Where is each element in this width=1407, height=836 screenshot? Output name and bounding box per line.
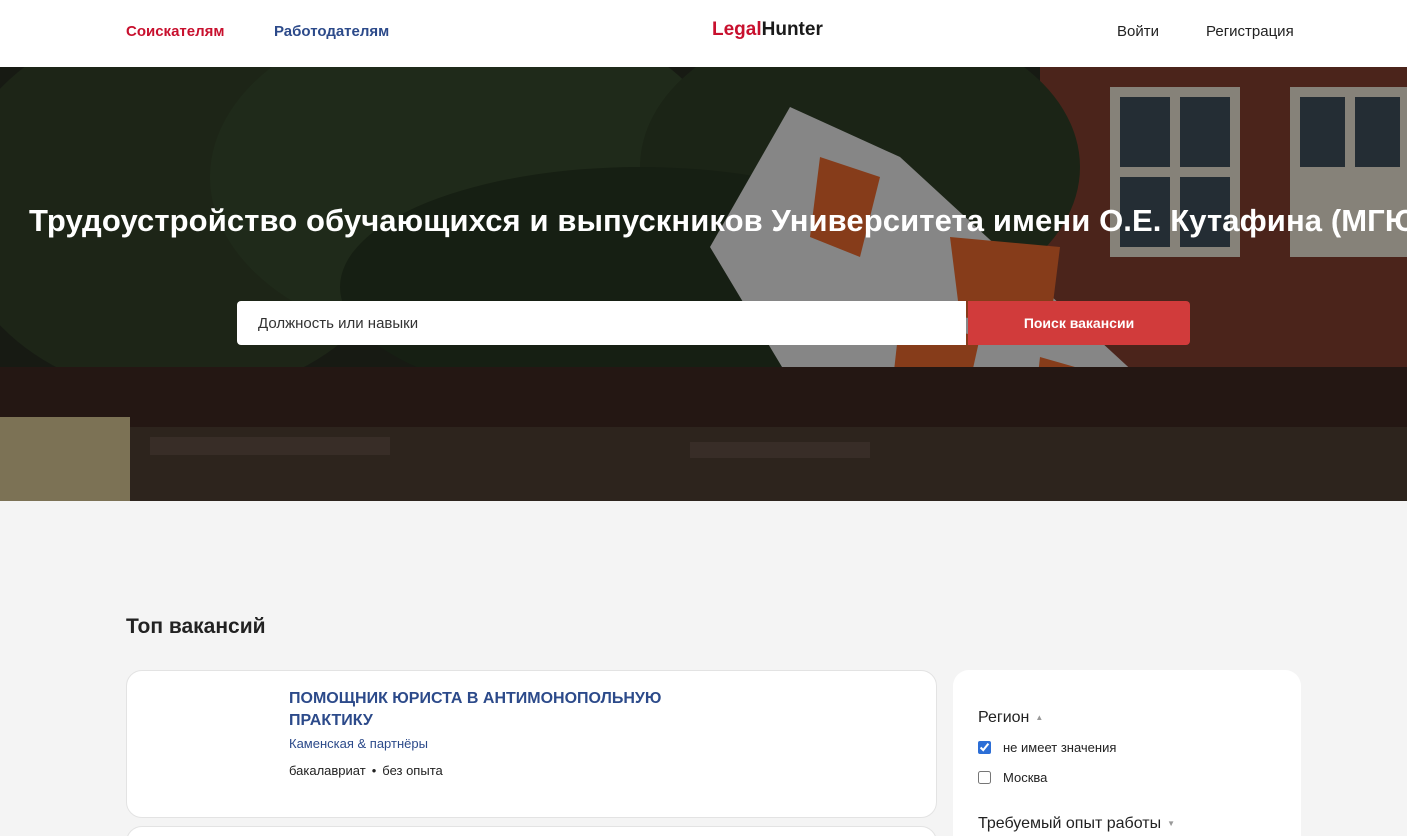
vacancy-card[interactable] — [126, 826, 937, 836]
region-filter-heading[interactable]: Регион ▲ — [978, 709, 1043, 727]
hero-title: Трудоустройство обучающихся и выпускнико… — [29, 203, 1407, 238]
login-link[interactable]: Войти — [1117, 23, 1159, 40]
site-logo[interactable]: LegalHunter — [712, 19, 823, 41]
region-any-checkbox[interactable] — [978, 741, 991, 754]
nav-employers-link[interactable]: Работодателям — [274, 23, 389, 40]
experience-filter-label: Требуемый опыт работы — [978, 815, 1162, 832]
top-vacancies-title: Топ вакансий — [126, 615, 266, 638]
vacancy-card[interactable]: Помощник юриста в антимонопольную практи… — [126, 670, 937, 818]
filter-panel: Регион ▲ не имеет значения Москва Требуем… — [953, 670, 1301, 836]
caret-down-icon: ▼ — [1167, 819, 1175, 829]
region-option-label: Москва — [1003, 770, 1048, 785]
region-option-label: не имеет значения — [1003, 740, 1117, 755]
register-link[interactable]: Регистрация — [1206, 23, 1294, 40]
region-option-any[interactable]: не имеет значения — [978, 740, 1116, 755]
vacancy-experience: без опыта — [382, 763, 443, 778]
logo-part-hunter: Hunter — [761, 19, 823, 40]
logo-part-legal: Legal — [712, 19, 762, 40]
bullet-separator: • — [371, 763, 377, 778]
vacancy-education: бакалавриат — [289, 763, 366, 778]
vacancy-title-link[interactable]: Помощник юриста в антимонопольную практи… — [289, 688, 749, 732]
site-header: Соискателям Работодателям LegalHunter Во… — [0, 0, 1407, 67]
nav-seekers-link[interactable]: Соискателям — [126, 23, 224, 40]
search-vacancy-button[interactable]: Поиск вакансии — [968, 301, 1190, 345]
job-search-input[interactable] — [237, 301, 966, 345]
region-moscow-checkbox[interactable] — [978, 771, 991, 784]
vacancy-company[interactable]: Каменская & партнёры — [289, 736, 428, 751]
hero-banner: Трудоустройство обучающихся и выпускнико… — [0, 67, 1407, 501]
caret-up-icon: ▲ — [1035, 713, 1044, 723]
region-filter-label: Регион — [978, 709, 1030, 726]
experience-filter-heading[interactable]: Требуемый опыт работы ▼ — [978, 815, 1175, 833]
vacancy-meta: бакалавриат • без опыта — [289, 763, 443, 778]
hero-overlay — [0, 67, 1407, 501]
region-option-moscow[interactable]: Москва — [978, 770, 1047, 785]
